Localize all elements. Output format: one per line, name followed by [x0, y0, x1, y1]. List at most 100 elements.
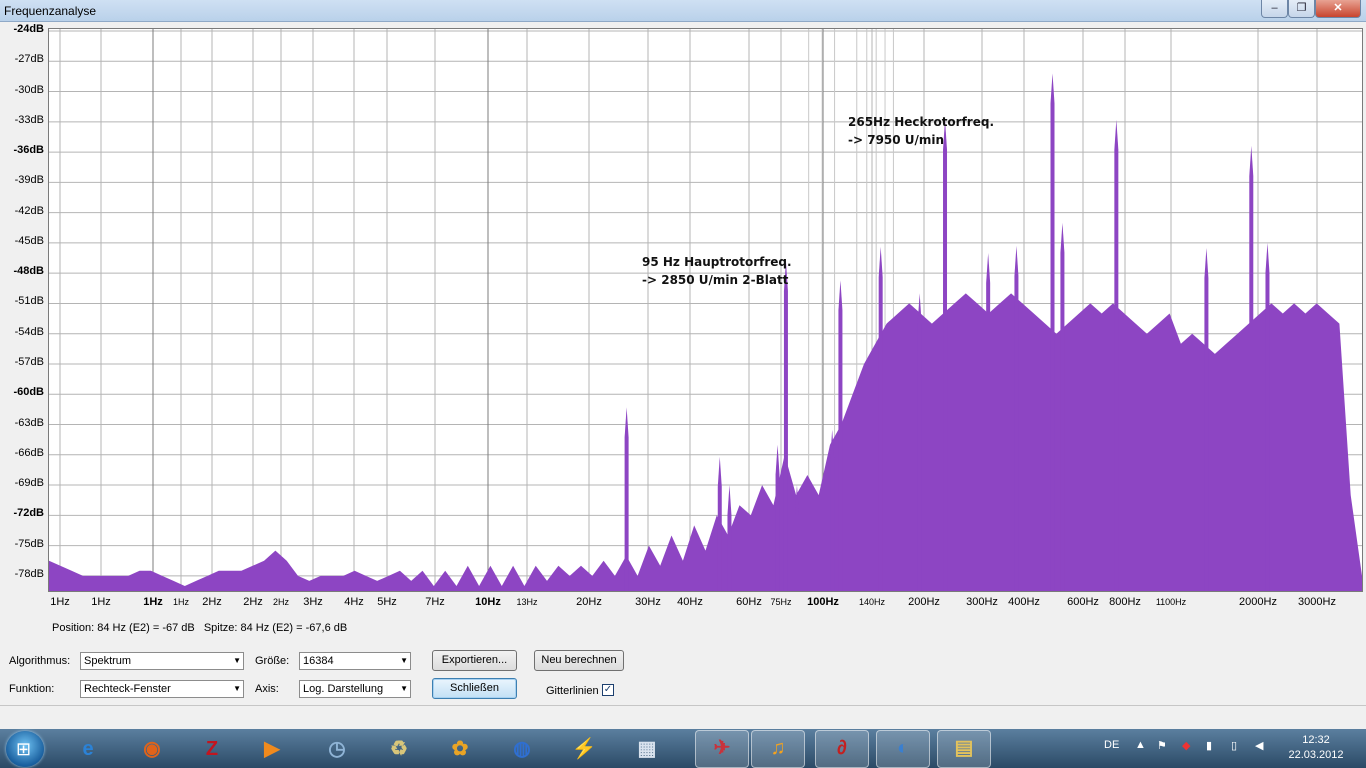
spectrum-peak	[943, 119, 948, 592]
language-indicator[interactable]: DE	[1104, 739, 1119, 751]
network-icon[interactable]: ◐	[876, 730, 930, 768]
antivirus-icon[interactable]: ◆	[1182, 739, 1190, 752]
spectrum-peak	[1249, 146, 1254, 591]
spectrum-peak	[1265, 242, 1270, 591]
size-select[interactable]: 16384 ▼	[299, 652, 411, 670]
y-tick-label: -75dB	[14, 537, 44, 550]
x-tick-label: 800Hz	[1109, 596, 1141, 608]
spectrum-peak	[838, 280, 843, 591]
y-tick-label: -48dB	[13, 265, 44, 278]
spectrum-peak	[775, 444, 780, 591]
spectrum-plot[interactable]	[48, 28, 1363, 592]
x-tick-label: 1Hz	[50, 596, 70, 608]
recycle-icon[interactable]: ♻	[382, 732, 416, 766]
spectrum-peak	[727, 485, 732, 591]
audacity-icon[interactable]: ♫	[751, 730, 805, 768]
title-bar: Frequenzanalyse – ❐ ✕	[0, 0, 1366, 22]
minimize-button[interactable]: –	[1261, 0, 1288, 18]
x-tick-label: 200Hz	[908, 596, 940, 608]
recalculate-button[interactable]: Neu berechnen	[534, 650, 624, 671]
clock-date: 22.03.2012	[1288, 749, 1344, 761]
media-player-icon[interactable]: ▶	[255, 732, 289, 766]
gridlines-label: Gitterlinien	[546, 685, 599, 697]
y-tick-label: -63dB	[14, 416, 44, 429]
axis-value: Log. Darstellung	[303, 683, 384, 695]
spectrum-area	[49, 293, 1362, 591]
x-tick-label: 2Hz	[272, 597, 290, 607]
clock[interactable]: 12:32 22.03.2012	[1284, 733, 1348, 763]
battery-icon[interactable]: ▯	[1231, 739, 1237, 752]
clock-gadget-icon[interactable]: ◷	[320, 732, 354, 766]
y-tick-label: -60dB	[13, 386, 44, 399]
spectrum-peak	[1014, 245, 1019, 591]
x-tick-label: 30Hz	[635, 596, 661, 608]
spectrum-peak	[783, 261, 788, 591]
annotation-tail-rotor: 265Hz Heckrotorfreq. -> 7950 U/min	[848, 115, 995, 147]
y-tick-label: -33dB	[14, 113, 44, 126]
x-tick-label: 1Hz	[91, 596, 111, 608]
x-tick-label: 20Hz	[576, 596, 602, 608]
gridlines-checkbox[interactable]: ✓	[602, 684, 614, 696]
export-button[interactable]: Exportieren...	[432, 650, 517, 671]
maximize-button[interactable]: ❐	[1288, 0, 1315, 18]
spectrum-peak	[717, 456, 722, 591]
chevron-down-icon: ▼	[233, 684, 241, 693]
spectrum-peak	[1114, 119, 1119, 592]
position-readout: Position: 84 Hz (E2) = -67 dB	[52, 622, 195, 634]
x-tick-label: 60Hz	[736, 596, 762, 608]
spectrum-peak	[624, 407, 629, 591]
x-tick-label: 600Hz	[1067, 596, 1099, 608]
algorithm-select[interactable]: Spektrum ▼	[80, 652, 244, 670]
algorithm-value: Spektrum	[84, 655, 132, 667]
x-tick-label: 1Hz	[143, 596, 163, 608]
x-tick-label: 3000Hz	[1298, 596, 1336, 608]
close-button[interactable]: Schließen	[432, 678, 517, 699]
y-tick-label: -51dB	[14, 295, 44, 308]
spectrum-peak	[830, 429, 835, 591]
spectrum-peak	[878, 246, 883, 591]
gadget-icon[interactable]: ✿	[443, 732, 477, 766]
ie-icon[interactable]: e	[71, 732, 105, 766]
logo-app-icon[interactable]: ∂	[815, 730, 869, 768]
globe-icon[interactable]: ◍	[505, 732, 539, 766]
window-app-icon[interactable]: ▦	[630, 732, 664, 766]
x-tick-label: 2Hz	[202, 596, 222, 608]
x-tick-label: 40Hz	[677, 596, 703, 608]
y-tick-label: -24dB	[13, 23, 44, 36]
peak-readout: Spitze: 84 Hz (E2) = -67,6 dB	[203, 622, 348, 634]
tools-icon[interactable]: ⚡	[567, 732, 601, 766]
x-tick-label: 100Hz	[807, 596, 839, 608]
x-tick-label: 3Hz	[303, 596, 323, 608]
status-bar	[0, 705, 1366, 730]
algorithm-label: Algorithmus:	[9, 655, 71, 667]
function-select[interactable]: Rechteck-Fenster ▼	[80, 680, 244, 698]
explorer-icon[interactable]: ▤	[937, 730, 991, 768]
close-window-button[interactable]: ✕	[1315, 0, 1361, 18]
axis-select[interactable]: Log. Darstellung ▼	[299, 680, 411, 698]
cursor-status: Position: 84 Hz (E2) = -67 dB Spitze: 84…	[52, 622, 347, 634]
flag-icon[interactable]: ⚑	[1157, 739, 1167, 752]
bird-app-icon[interactable]: ✈	[695, 730, 749, 768]
y-tick-label: -54dB	[14, 325, 44, 338]
x-tick-label: 7Hz	[425, 596, 445, 608]
tray-expand-icon[interactable]: ▲	[1135, 739, 1146, 751]
firefox-icon[interactable]: ◉	[135, 732, 169, 766]
y-tick-label: -69dB	[14, 477, 44, 490]
chevron-down-icon: ▼	[400, 656, 408, 665]
spectrum-peak	[1050, 73, 1055, 592]
x-tick-label: 4Hz	[344, 596, 364, 608]
y-tick-label: -30dB	[14, 83, 44, 96]
start-button[interactable]: ⊞	[6, 731, 44, 767]
y-tick-label: -39dB	[14, 174, 44, 187]
filezilla-icon[interactable]: Z	[195, 732, 229, 766]
x-tick-label: 5Hz	[377, 596, 397, 608]
annotation-main-rotor: 95 Hz Hauptrotorfreq. -> 2850 U/min 2-Bl…	[642, 255, 792, 287]
network-signal-icon[interactable]: ▮	[1206, 739, 1212, 752]
spectrum-peak	[1060, 222, 1065, 592]
clock-time: 12:32	[1302, 734, 1330, 746]
axis-label: Axis:	[255, 683, 279, 695]
spectrum-peak	[917, 293, 922, 591]
chevron-down-icon: ▼	[233, 656, 241, 665]
window-title: Frequenzanalyse	[4, 4, 97, 18]
volume-icon[interactable]: ◀	[1255, 739, 1263, 752]
